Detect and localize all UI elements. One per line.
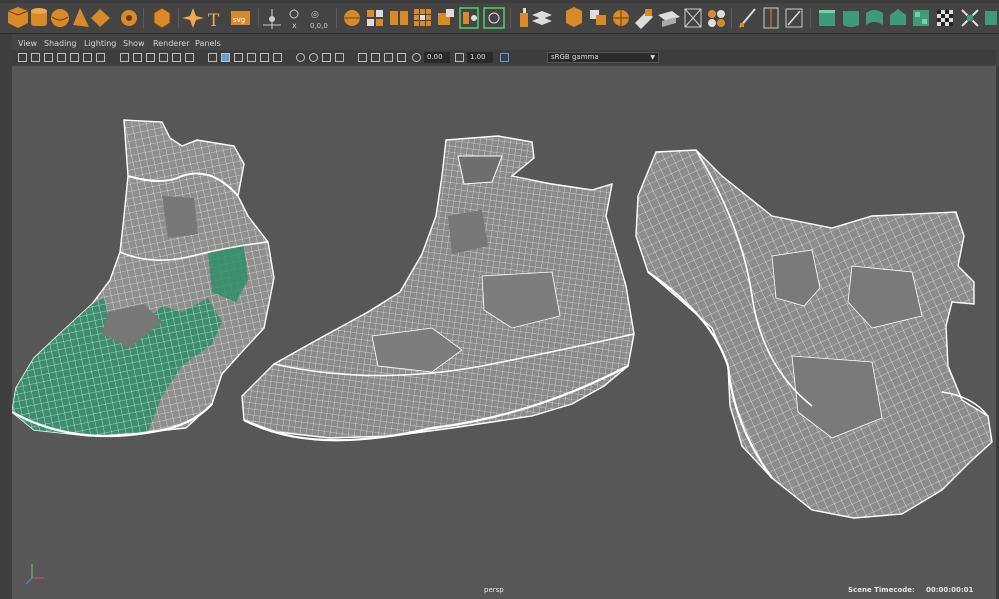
menu-renderer[interactable]: Renderer <box>153 39 190 48</box>
uv-cylindrical-icon[interactable] <box>843 11 859 27</box>
view-transform-value: sRGB gamma <box>551 53 599 61</box>
view-axis-gizmo <box>25 564 44 585</box>
perspective-viewport[interactable]: persp Scene Timecode: 00:00:00:01 <box>12 66 996 599</box>
uv-automatic-icon[interactable] <box>890 9 906 25</box>
smooth-shade-icon[interactable] <box>221 53 230 62</box>
bevel-icon[interactable] <box>566 7 582 27</box>
bevel-edge-icon[interactable] <box>635 9 653 29</box>
bridge-icon[interactable] <box>532 11 552 25</box>
two-d-pan-icon[interactable] <box>70 53 79 62</box>
smooth-icon[interactable] <box>414 9 431 26</box>
bookmark-icon[interactable] <box>44 53 53 62</box>
safe-action-icon[interactable] <box>172 53 181 62</box>
offset-edgeloop-icon[interactable] <box>785 8 803 28</box>
color-management-icon[interactable] <box>500 53 509 62</box>
screen-space-ao-icon[interactable] <box>296 53 305 62</box>
svg-icon[interactable]: svg <box>231 11 250 25</box>
uv-planar-icon[interactable] <box>819 10 835 26</box>
camera-name-label: persp <box>484 586 504 594</box>
star-icon[interactable] <box>182 8 204 28</box>
view-transform-dropdown[interactable]: sRGB gamma ▼ <box>547 52 659 63</box>
field-chart-icon[interactable] <box>159 53 168 62</box>
multi-cut-icon[interactable] <box>739 8 756 28</box>
polygon-cube-icon[interactable] <box>7 7 29 28</box>
panel-toolbar: 0.00 1.00 sRGB gamma ▼ <box>12 50 996 65</box>
scene-timecode-value: 00:00:00:01 <box>926 586 974 594</box>
target-weld-icon[interactable] <box>708 10 725 27</box>
polygon-torus-icon[interactable] <box>91 9 110 27</box>
gamma-field[interactable]: 1.00 <box>467 52 493 63</box>
left-shoe-mesh[interactable] <box>12 119 275 438</box>
select-camera-icon[interactable] <box>18 53 27 62</box>
right-shoe-mesh[interactable] <box>635 149 993 519</box>
film-gate-icon[interactable] <box>120 53 129 62</box>
camera-attributes-icon[interactable] <box>31 53 40 62</box>
menu-panels[interactable]: Panels <box>195 39 221 48</box>
svg-text:T: T <box>208 11 220 31</box>
polygon-sphere-icon[interactable] <box>51 9 69 27</box>
depth-of-field-icon[interactable] <box>335 53 344 62</box>
resolution-gate-icon[interactable] <box>133 53 142 62</box>
menu-view[interactable]: View <box>18 39 37 48</box>
shadows-icon[interactable] <box>273 53 282 62</box>
svg-text:◎: ◎ <box>311 10 319 20</box>
shoe-meshes <box>12 119 993 585</box>
scene-timecode-label: Scene Timecode: <box>848 586 915 594</box>
exposure-icon[interactable] <box>412 53 421 62</box>
isolate-select-icon[interactable] <box>358 53 367 62</box>
freeze-transform-xyz-icon[interactable]: ◎ 0,0,0 <box>310 10 328 30</box>
fill-hole-icon[interactable] <box>658 11 680 27</box>
grease-pencil-icon[interactable] <box>83 53 92 62</box>
use-all-lights-icon[interactable] <box>260 53 269 62</box>
wedge-icon[interactable] <box>613 10 629 26</box>
xray-components-icon[interactable] <box>397 53 406 62</box>
svg-text:0,0,0: 0,0,0 <box>310 22 328 30</box>
xray-joints-icon[interactable] <box>384 53 393 62</box>
uv-layout-icon[interactable] <box>961 9 979 27</box>
left-toolbox-edge <box>0 34 12 599</box>
menu-show[interactable]: Show <box>123 39 145 48</box>
polygon-cylinder-icon[interactable] <box>31 8 47 26</box>
grid-toggle-icon[interactable] <box>96 53 105 62</box>
mirror-icon[interactable] <box>459 7 479 29</box>
gate-mask-icon[interactable] <box>146 53 155 62</box>
uv-checker-icon[interactable] <box>937 10 953 26</box>
extrude-icon[interactable] <box>520 8 528 27</box>
merge-icon[interactable] <box>684 8 702 28</box>
menu-lighting[interactable]: Lighting <box>84 39 116 48</box>
anti-aliasing-icon[interactable] <box>322 53 331 62</box>
shelf-icons: T svg x ◎ 0,0,0 <box>7 7 997 31</box>
middle-shoe-mesh[interactable] <box>241 135 635 442</box>
boolean-icon[interactable] <box>438 9 454 25</box>
svg-text:svg: svg <box>233 16 245 24</box>
svg-text:x: x <box>292 21 297 30</box>
wireframe-on-shaded-icon[interactable] <box>234 53 243 62</box>
uv-spherical-icon[interactable] <box>866 10 883 25</box>
poke-icon[interactable] <box>590 10 606 25</box>
separate-icon[interactable] <box>390 11 408 25</box>
wireframe-icon[interactable] <box>208 53 217 62</box>
gamma-icon[interactable] <box>455 53 464 62</box>
motion-blur-icon[interactable] <box>309 53 318 62</box>
safe-title-icon[interactable] <box>185 53 194 62</box>
super-shape-icon[interactable] <box>153 7 171 29</box>
freeze-transform-icon[interactable]: x <box>289 9 299 30</box>
textured-icon[interactable] <box>247 53 256 62</box>
soccer-ball-icon[interactable] <box>121 10 137 26</box>
combine-icon[interactable] <box>344 10 360 26</box>
extract-icon[interactable] <box>367 10 383 26</box>
mirror-symmetric-icon[interactable] <box>483 7 505 29</box>
type-text-icon[interactable]: T <box>208 11 220 31</box>
polygon-shelf: T svg x ◎ 0,0,0 <box>0 3 999 34</box>
polygon-cone-icon[interactable] <box>73 8 89 27</box>
exposure-field[interactable]: 0.00 <box>424 52 450 63</box>
insert-edgeloop-icon[interactable] <box>763 7 779 29</box>
uv-unfold-icon[interactable] <box>913 10 929 26</box>
xray-icon[interactable] <box>371 53 380 62</box>
menu-shading[interactable]: Shading <box>44 39 77 48</box>
image-plane-icon[interactable] <box>57 53 66 62</box>
center-pivot-icon[interactable] <box>263 9 281 29</box>
chevron-down-icon: ▼ <box>650 54 655 61</box>
uv-transfer-icon[interactable] <box>985 11 997 25</box>
